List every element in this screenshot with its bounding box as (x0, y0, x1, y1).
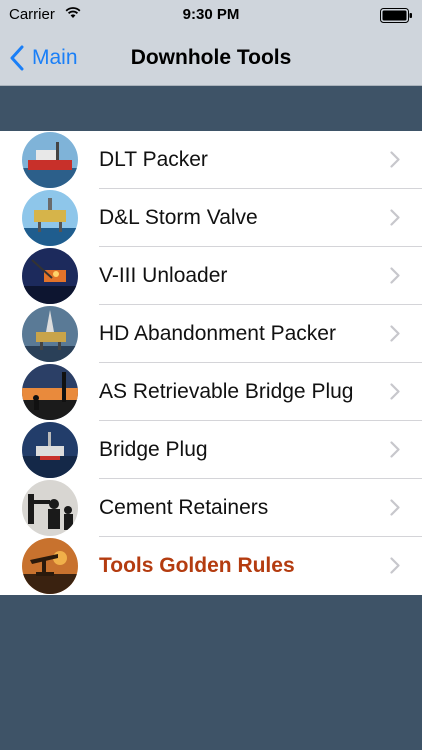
pumpjack-sunset-photo (22, 538, 78, 594)
list-item-label: HD Abandonment Packer (99, 322, 336, 345)
navigation-bar: Main Downhole Tools (0, 30, 422, 86)
chevron-right-icon (390, 209, 400, 231)
list-item[interactable]: Bridge Plug (0, 421, 422, 479)
status-bar: Carrier 9:30 PM (0, 0, 422, 30)
list-item-label: D&L Storm Valve (99, 206, 258, 229)
chevron-right-icon (390, 499, 400, 521)
list-item[interactable]: D&L Storm Valve (0, 189, 422, 247)
clock: 9:30 PM (182, 6, 240, 23)
list-item[interactable]: Cement Retainers (0, 479, 422, 537)
list-item-label: Tools Golden Rules (99, 554, 295, 577)
chevron-right-icon (390, 557, 400, 579)
list-item[interactable]: DLT Packer (0, 131, 422, 189)
workers-silhouette-photo (22, 480, 78, 536)
chevron-right-icon (390, 151, 400, 173)
list-item-label: V-III Unloader (99, 264, 228, 287)
header-band (0, 86, 422, 131)
chevron-right-icon (390, 441, 400, 463)
list-item-label: Cement Retainers (99, 496, 269, 519)
chevron-right-icon (390, 383, 400, 405)
platform-night-photo (22, 248, 78, 304)
list-item[interactable]: V-III Unloader (0, 247, 422, 305)
list-item-label: AS Retrievable Bridge Plug (99, 380, 354, 403)
page-title: Downhole Tools (130, 46, 292, 69)
rig-at-sea-photo (22, 422, 78, 478)
offshore-platform-photo (22, 190, 78, 246)
list-item-label: Bridge Plug (99, 438, 208, 461)
list-item[interactable]: HD Abandonment Packer (0, 305, 422, 363)
chevron-right-icon (390, 267, 400, 289)
chevron-right-icon (390, 325, 400, 347)
list-item[interactable]: Tools Golden Rules (0, 537, 422, 595)
ship-photo (22, 132, 78, 188)
list-item-label: DLT Packer (99, 148, 208, 171)
list-item[interactable]: AS Retrievable Bridge Plug (0, 363, 422, 421)
drilling-rig-photo (22, 306, 78, 362)
battery-icon (380, 8, 413, 23)
workers-sunset-photo (22, 364, 78, 420)
tools-list: DLT Packer D&L Storm Valve V-III Unloade… (0, 131, 422, 595)
